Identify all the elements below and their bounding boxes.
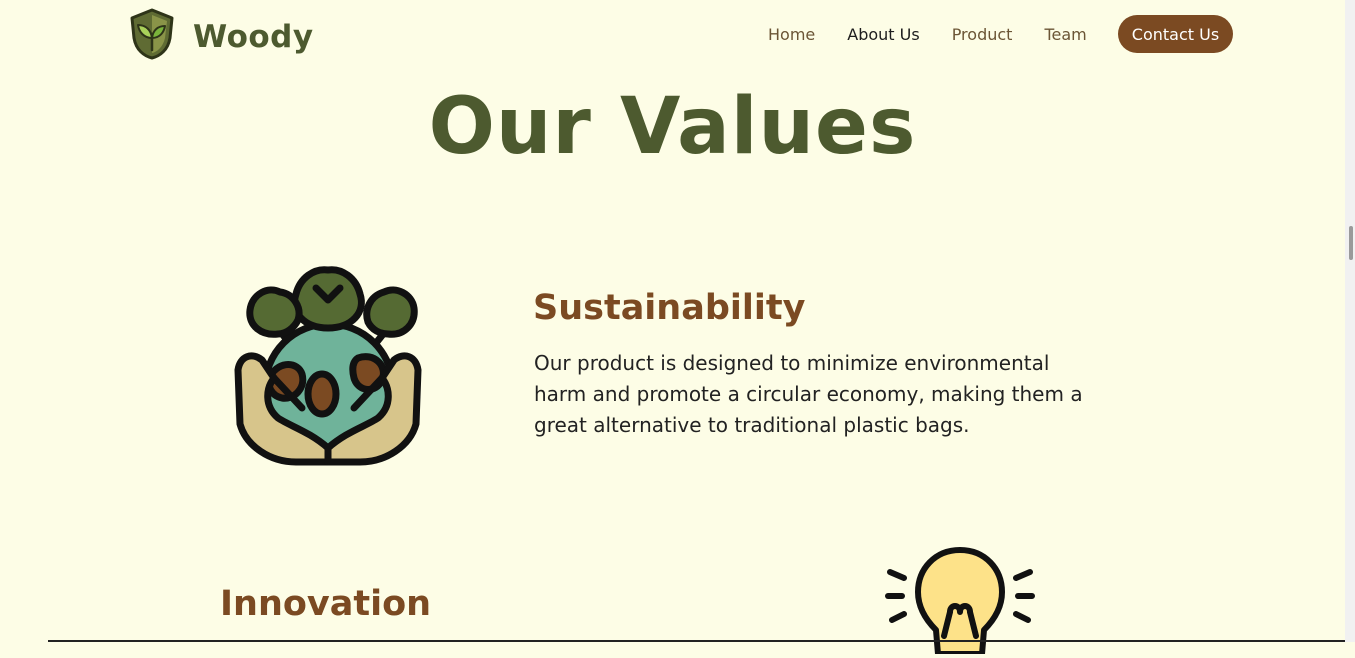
contact-us-button[interactable]: Contact Us <box>1118 15 1233 53</box>
page-title: Our Values <box>428 82 917 172</box>
value-title: Sustainability <box>533 288 806 328</box>
shield-leaf-icon <box>128 8 176 64</box>
lightbulb-icon <box>880 544 1040 657</box>
page-scrollbar[interactable] <box>1345 0 1355 642</box>
value-description: Our product is designed to minimize envi… <box>534 351 1083 437</box>
nav-links: Home About Us Product Team <box>768 15 1119 53</box>
nav-team-link[interactable]: Team <box>1044 25 1086 44</box>
navbar: Woody Home About Us Product Team Contact… <box>0 0 1345 70</box>
nav-product-link[interactable]: Product <box>952 25 1013 44</box>
brand-name: Woody <box>193 19 314 55</box>
value-title: Innovation <box>220 584 432 624</box>
nav-home-link[interactable]: Home <box>768 25 815 44</box>
earth-hands-trees-icon <box>218 248 440 470</box>
nav-about-link[interactable]: About Us <box>847 25 919 44</box>
scrollbar-thumb[interactable] <box>1349 226 1353 260</box>
brand-logo[interactable]: Woody <box>128 8 314 64</box>
